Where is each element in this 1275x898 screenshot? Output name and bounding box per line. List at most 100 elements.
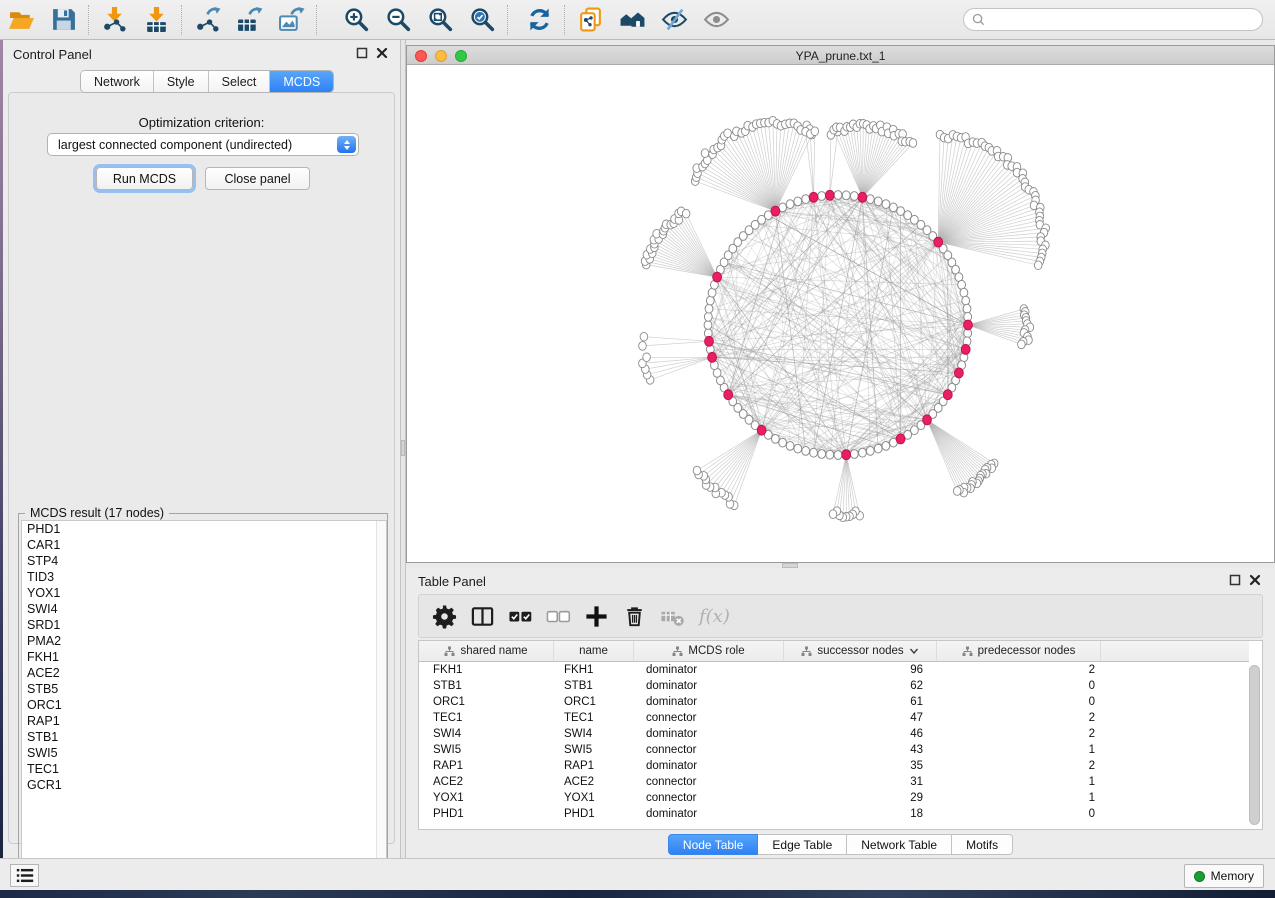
column-header-predecessor-nodes[interactable]: predecessor nodes [937, 641, 1101, 661]
cell[interactable]: FKH1 [554, 662, 634, 678]
float-panel-icon[interactable] [1229, 574, 1241, 586]
show-elements-button[interactable] [695, 2, 737, 38]
cell[interactable]: 0 [937, 806, 1101, 822]
clone-network-button[interactable] [569, 2, 611, 38]
open-file-button[interactable] [0, 2, 42, 38]
result-node-item[interactable]: STB1 [22, 729, 386, 745]
tab-network-table[interactable]: Network Table [847, 834, 952, 855]
column-header-shared-name[interactable]: shared name [419, 641, 554, 661]
delete-columns-button[interactable] [615, 597, 653, 635]
zoom-out-button[interactable] [377, 2, 419, 38]
cell[interactable]: dominator [634, 694, 784, 710]
tab-mcds[interactable]: MCDS [270, 71, 333, 92]
deselect-all-rows-button[interactable] [539, 597, 577, 635]
cell[interactable]: SWI4 [419, 726, 554, 742]
cell[interactable]: 61 [784, 694, 937, 710]
result-scrollbar-track[interactable] [376, 521, 386, 877]
network-graph[interactable] [407, 65, 1274, 562]
cell[interactable]: ORC1 [419, 694, 554, 710]
zoom-selected-button[interactable] [461, 2, 503, 38]
cell[interactable]: dominator [634, 758, 784, 774]
cell[interactable]: 31 [784, 774, 937, 790]
result-node-item[interactable]: STP4 [22, 553, 386, 569]
column-header-name[interactable]: name [554, 641, 634, 661]
table-row[interactable]: YOX1YOX1connector291 [419, 790, 1249, 806]
task-list-button[interactable] [10, 864, 39, 887]
cell[interactable]: 46 [784, 726, 937, 742]
cell[interactable]: RAP1 [554, 758, 634, 774]
cell[interactable]: TEC1 [419, 710, 554, 726]
cell[interactable]: 0 [937, 694, 1101, 710]
result-node-item[interactable]: CAR1 [22, 537, 386, 553]
cell[interactable]: ORC1 [554, 694, 634, 710]
column-header-successor-nodes[interactable]: successor nodes [784, 641, 937, 661]
cell[interactable]: 47 [784, 710, 937, 726]
result-node-item[interactable]: GCR1 [22, 777, 386, 793]
result-node-item[interactable]: SRD1 [22, 617, 386, 633]
result-node-item[interactable]: ACE2 [22, 665, 386, 681]
refresh-view-button[interactable] [518, 2, 560, 38]
tab-select[interactable]: Select [209, 71, 271, 92]
cell[interactable]: dominator [634, 806, 784, 822]
result-node-item[interactable]: PHD1 [22, 521, 386, 537]
select-all-rows-button[interactable] [501, 597, 539, 635]
cell[interactable]: TEC1 [554, 710, 634, 726]
table-row[interactable]: FKH1FKH1dominator962 [419, 662, 1249, 678]
attribute-settings-button[interactable] [425, 597, 463, 635]
result-node-item[interactable]: PMA2 [22, 633, 386, 649]
table-row[interactable]: ORC1ORC1dominator610 [419, 694, 1249, 710]
hide-elements-button[interactable] [653, 2, 695, 38]
zoom-fit-button[interactable] [419, 2, 461, 38]
tab-motifs[interactable]: Motifs [952, 834, 1013, 855]
export-table-button[interactable] [228, 2, 270, 38]
search-input[interactable] [963, 8, 1263, 31]
cell[interactable]: YOX1 [419, 790, 554, 806]
cell[interactable]: FKH1 [419, 662, 554, 678]
cell[interactable]: connector [634, 742, 784, 758]
cell[interactable]: 2 [937, 662, 1101, 678]
close-panel-icon[interactable] [1249, 574, 1261, 586]
table-row[interactable]: RAP1RAP1dominator352 [419, 758, 1249, 774]
zoom-in-button[interactable] [335, 2, 377, 38]
cell[interactable]: 29 [784, 790, 937, 806]
result-node-item[interactable]: TID3 [22, 569, 386, 585]
cell[interactable]: 43 [784, 742, 937, 758]
run-mcds-button[interactable]: Run MCDS [96, 167, 193, 190]
float-panel-icon[interactable] [356, 47, 368, 59]
import-table-button[interactable] [135, 2, 177, 38]
result-node-item[interactable]: STB5 [22, 681, 386, 697]
cell[interactable]: ACE2 [419, 774, 554, 790]
cell[interactable]: dominator [634, 678, 784, 694]
cell[interactable]: connector [634, 774, 784, 790]
table-row[interactable]: ACE2ACE2connector311 [419, 774, 1249, 790]
cell[interactable]: 62 [784, 678, 937, 694]
table-row[interactable]: SWI5SWI5connector431 [419, 742, 1249, 758]
table-row[interactable]: SWI4SWI4dominator462 [419, 726, 1249, 742]
cell[interactable]: STB1 [554, 678, 634, 694]
tab-node-table[interactable]: Node Table [668, 834, 759, 855]
cell[interactable]: SWI5 [419, 742, 554, 758]
tab-network[interactable]: Network [81, 71, 154, 92]
network-window-titlebar[interactable]: YPA_prune.txt_1 [407, 46, 1274, 65]
result-node-item[interactable]: SWI4 [22, 601, 386, 617]
close-panel-button[interactable]: Close panel [205, 167, 310, 190]
cell[interactable]: STB1 [419, 678, 554, 694]
cell[interactable]: 2 [937, 758, 1101, 774]
cell[interactable]: dominator [634, 662, 784, 678]
table-row[interactable]: TEC1TEC1connector472 [419, 710, 1249, 726]
cell[interactable]: 1 [937, 742, 1101, 758]
table-row[interactable]: PHD1PHD1dominator180 [419, 806, 1249, 822]
cell[interactable]: 1 [937, 774, 1101, 790]
cell[interactable]: 1 [937, 790, 1101, 806]
cell[interactable]: 0 [937, 678, 1101, 694]
cell[interactable]: 35 [784, 758, 937, 774]
mcds-result-list[interactable]: PHD1CAR1STP4TID3YOX1SWI4SRD1PMA2FKH1ACE2… [21, 520, 387, 878]
cell[interactable]: connector [634, 790, 784, 806]
add-column-button[interactable] [577, 597, 615, 635]
result-node-item[interactable]: TEC1 [22, 761, 386, 777]
result-node-item[interactable]: SWI5 [22, 745, 386, 761]
splitter-grip[interactable] [401, 440, 405, 456]
result-node-item[interactable]: RAP1 [22, 713, 386, 729]
cell[interactable]: SWI5 [554, 742, 634, 758]
toggle-panel-button[interactable] [463, 597, 501, 635]
